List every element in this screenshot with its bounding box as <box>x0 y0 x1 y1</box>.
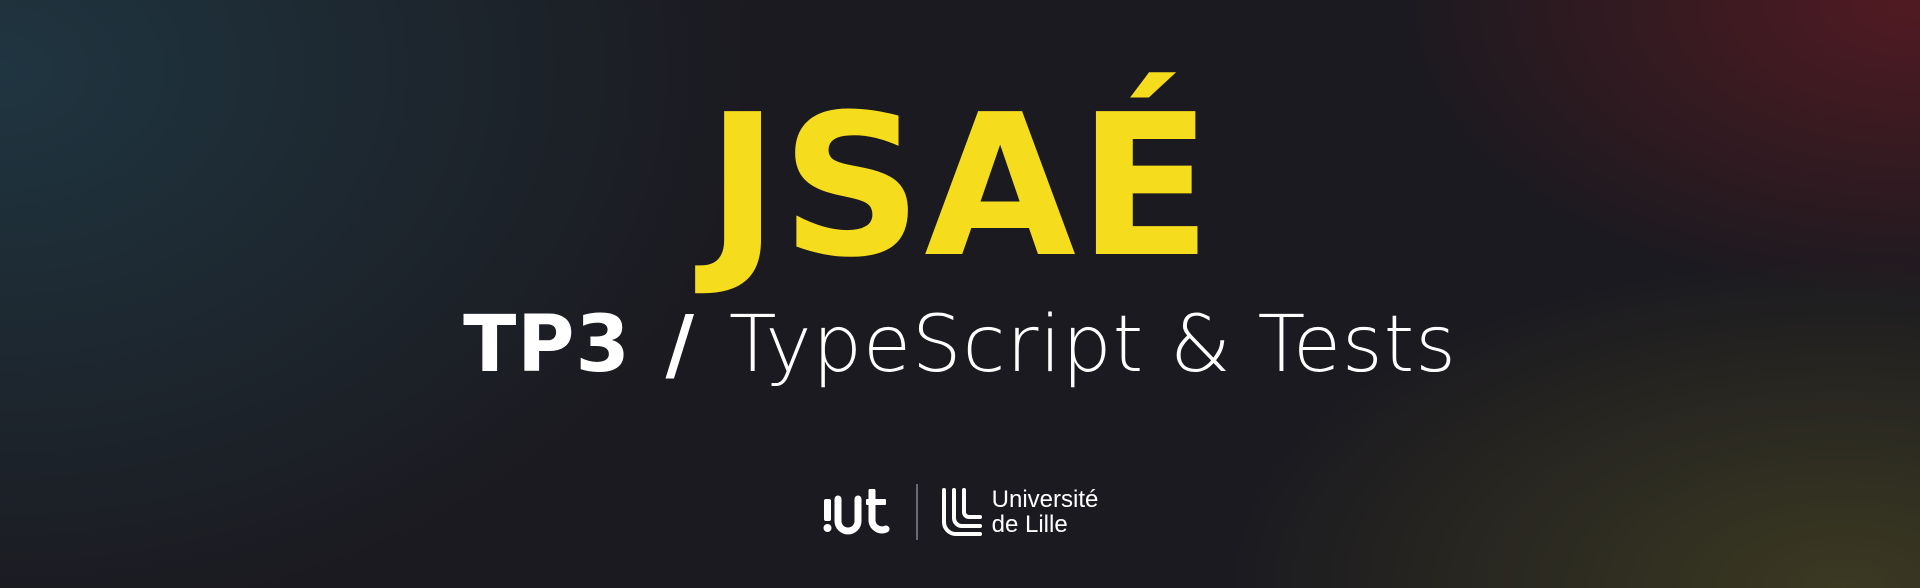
subtitle: TP3 / TypeScript & Tests <box>0 300 1920 390</box>
iut-logo-icon <box>823 489 890 535</box>
universite-de-lille-logo: Université de Lille <box>940 487 1099 537</box>
universite-de-lille-wordmark: Université de Lille <box>992 487 1099 537</box>
de-lille-label: de Lille <box>991 511 1068 538</box>
universite-label: Université <box>991 486 1099 513</box>
main-title: JSAÉ <box>706 73 1214 301</box>
logos-bar: Université de Lille <box>0 484 1920 540</box>
subtitle-separator: / <box>665 300 695 390</box>
logo-divider <box>915 484 918 540</box>
universite-lille-emblem-icon <box>941 488 982 536</box>
subtitle-topic: TypeScript & Tests <box>728 300 1457 390</box>
subtitle-tp: TP3 <box>463 300 631 390</box>
banner: JSAÉ TP3 / TypeScript & Tests Université… <box>0 0 1920 588</box>
iut-logo <box>822 484 896 540</box>
